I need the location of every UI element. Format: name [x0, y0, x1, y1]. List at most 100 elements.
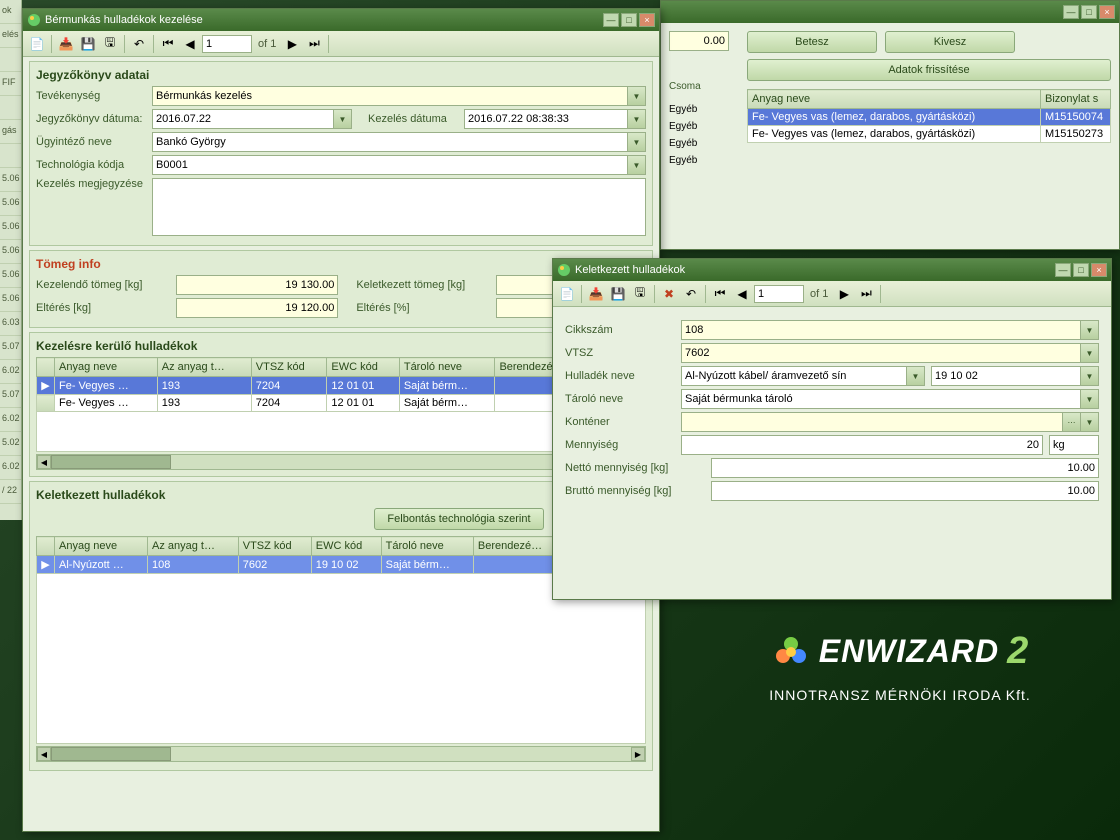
- col-tipus[interactable]: Az anyag t…: [148, 537, 239, 556]
- mennyiseg-input[interactable]: [681, 435, 1043, 455]
- detail-min-button[interactable]: —: [1055, 263, 1071, 277]
- scroll-thumb[interactable]: [51, 747, 171, 761]
- kivesz-button[interactable]: Kivesz: [885, 31, 1015, 53]
- nav-last-icon[interactable]: ⏭: [856, 284, 876, 304]
- save-icon[interactable]: 📥: [56, 34, 76, 54]
- label-ugyintezo: Ügyintéző neve: [36, 136, 146, 148]
- nav-next-icon[interactable]: ▶: [282, 34, 302, 54]
- flower-icon: [771, 632, 811, 672]
- page-input[interactable]: [754, 285, 804, 303]
- disk-icon[interactable]: 💾: [78, 34, 98, 54]
- scroll-left-icon[interactable]: ◀: [37, 747, 51, 761]
- nav-prev-icon[interactable]: ◀: [180, 34, 200, 54]
- dropdown-icon[interactable]: ▼: [628, 132, 646, 152]
- scroll-left-icon[interactable]: ◀: [37, 455, 51, 469]
- label-mennyiseg: Mennyiség: [565, 439, 675, 451]
- col-ewc[interactable]: EWC kód: [327, 358, 399, 377]
- col-tipus[interactable]: Az anyag t…: [157, 358, 251, 377]
- dropdown-icon[interactable]: ▼: [628, 86, 646, 106]
- dropdown-icon[interactable]: ▼: [1081, 366, 1099, 386]
- hscrollbar[interactable]: ◀▶: [36, 746, 646, 762]
- col-anyag[interactable]: Anyag neve: [55, 358, 158, 377]
- undo-icon[interactable]: ↶: [129, 34, 149, 54]
- nav-last-icon[interactable]: ⏭: [304, 34, 324, 54]
- nav-prev-icon[interactable]: ◀: [732, 284, 752, 304]
- back-max-button[interactable]: □: [1081, 5, 1097, 19]
- logo-subtitle: INNOTRANSZ MÉRNÖKI IRODA Kft.: [700, 687, 1100, 703]
- kezelendo-input[interactable]: [176, 275, 339, 295]
- elteres-input[interactable]: [176, 298, 339, 318]
- felbontas-button[interactable]: Felbontás technológia szerint: [374, 508, 543, 530]
- saveall-icon[interactable]: 🖫: [100, 34, 120, 54]
- dropdown-icon[interactable]: ▼: [1081, 343, 1099, 363]
- nav-next-icon[interactable]: ▶: [834, 284, 854, 304]
- detail-toolbar: 📄 📥 💾 🖫 ✖ ↶ ⏮ ◀ of 1 ▶ ⏭: [553, 281, 1111, 307]
- scroll-right-icon[interactable]: ▶: [631, 747, 645, 761]
- main-max-button[interactable]: □: [621, 13, 637, 27]
- nav-first-icon[interactable]: ⏮: [710, 284, 730, 304]
- main-min-button[interactable]: —: [603, 13, 619, 27]
- detail-titlebar: Keletkezett hulladékok — □ ×: [553, 259, 1111, 281]
- table-row[interactable]: Fe- Vegyes vas (lemez, darabos, gyártásk…: [748, 109, 1111, 126]
- save-icon[interactable]: 📥: [586, 284, 606, 304]
- dropdown-icon[interactable]: ▼: [1081, 412, 1099, 432]
- page-input[interactable]: [202, 35, 252, 53]
- detail-close-button[interactable]: ×: [1091, 263, 1107, 277]
- back-close-button[interactable]: ×: [1099, 5, 1115, 19]
- main-close-button[interactable]: ×: [639, 13, 655, 27]
- vtsz-input[interactable]: [681, 343, 1081, 363]
- label-elteres-pct: Eltérés [%]: [356, 302, 490, 314]
- nav-first-icon[interactable]: ⏮: [158, 34, 178, 54]
- betesz-button[interactable]: Betesz: [747, 31, 877, 53]
- tevekenyseg-input[interactable]: [152, 86, 628, 106]
- hulladek-code-input[interactable]: [931, 366, 1081, 386]
- col-ewc[interactable]: EWC kód: [311, 537, 381, 556]
- back-grid[interactable]: Anyag neveBizonylat s Fe- Vegyes vas (le…: [747, 89, 1111, 143]
- row-indicator-icon: ▶: [37, 377, 55, 395]
- new-icon[interactable]: 📄: [557, 284, 577, 304]
- dropdown-icon[interactable]: ▼: [334, 109, 352, 129]
- col-anyag-neve[interactable]: Anyag neve: [748, 90, 1041, 109]
- netto-input[interactable]: [711, 458, 1099, 478]
- scroll-thumb[interactable]: [51, 455, 171, 469]
- delete-icon[interactable]: ✖: [659, 284, 679, 304]
- back-value-input[interactable]: [669, 31, 729, 51]
- table-row[interactable]: Fe- Vegyes vas (lemez, darabos, gyártásk…: [748, 126, 1111, 143]
- saveall-icon[interactable]: 🖫: [630, 284, 650, 304]
- detail-max-button[interactable]: □: [1073, 263, 1089, 277]
- new-icon[interactable]: 📄: [27, 34, 47, 54]
- col-tarolo[interactable]: Tároló neve: [399, 358, 495, 377]
- ugyintezo-input[interactable]: [152, 132, 628, 152]
- hulladek-input[interactable]: [681, 366, 907, 386]
- megjegyzes-input[interactable]: [152, 178, 646, 236]
- kontener-input[interactable]: [681, 412, 1063, 432]
- col-indicator[interactable]: [37, 537, 55, 556]
- dropdown-icon[interactable]: ▼: [628, 109, 646, 129]
- lookup-icon[interactable]: ⋯: [1063, 412, 1081, 432]
- dropdown-icon[interactable]: ▼: [1081, 320, 1099, 340]
- back-min-button[interactable]: —: [1063, 5, 1079, 19]
- tech-input[interactable]: [152, 155, 628, 175]
- frissit-button[interactable]: Adatok frissítése: [747, 59, 1111, 81]
- cikkszam-input[interactable]: [681, 320, 1081, 340]
- col-vtsz[interactable]: VTSZ kód: [238, 537, 311, 556]
- col-indicator[interactable]: [37, 358, 55, 377]
- undo-icon[interactable]: ↶: [681, 284, 701, 304]
- dropdown-icon[interactable]: ▼: [628, 155, 646, 175]
- col-vtsz[interactable]: VTSZ kód: [251, 358, 327, 377]
- brutto-input[interactable]: [711, 481, 1099, 501]
- col-anyag[interactable]: Anyag neve: [55, 537, 148, 556]
- col-bizonylat[interactable]: Bizonylat s: [1041, 90, 1111, 109]
- main-toolbar: 📄 📥 💾 🖫 ↶ ⏮ ◀ of 1 ▶ ⏭: [23, 31, 659, 57]
- dropdown-icon[interactable]: ▼: [907, 366, 925, 386]
- col-tarolo[interactable]: Tároló neve: [381, 537, 473, 556]
- back-label-egyeb: Egyéb: [669, 138, 739, 149]
- dropdown-icon[interactable]: ▼: [1081, 389, 1099, 409]
- detail-title: Keletkezett hulladékok: [575, 264, 685, 276]
- logo-version: 2: [1007, 630, 1029, 673]
- jdate-input[interactable]: [152, 109, 334, 129]
- kdate-input[interactable]: [464, 109, 628, 129]
- tarolo-input[interactable]: [681, 389, 1081, 409]
- brand-logo: ENWIZARD2 INNOTRANSZ MÉRNÖKI IRODA Kft.: [700, 630, 1100, 703]
- disk-icon[interactable]: 💾: [608, 284, 628, 304]
